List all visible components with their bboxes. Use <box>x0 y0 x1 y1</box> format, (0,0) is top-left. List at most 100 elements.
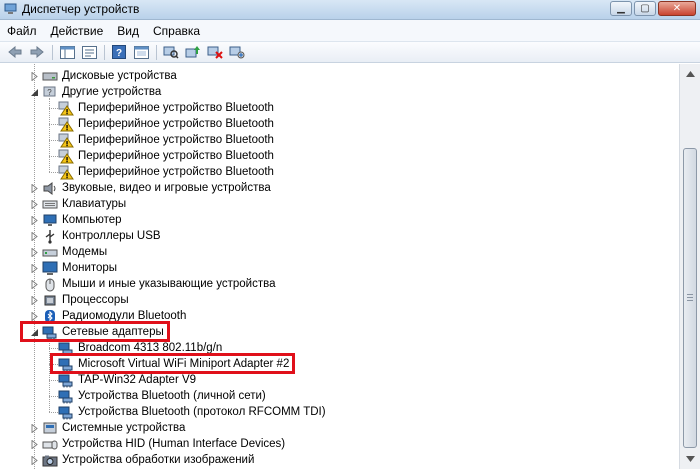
scroll-down-button[interactable] <box>682 451 698 467</box>
monitor-icon <box>42 261 58 276</box>
expand-toggle[interactable] <box>30 295 39 305</box>
forward-button[interactable] <box>28 44 46 61</box>
keyboard-icon <box>42 197 58 212</box>
tree-category-row[interactable]: Клавиатуры <box>30 196 126 212</box>
expand-toggle[interactable] <box>30 247 39 257</box>
scan-hardware-button[interactable] <box>162 44 180 61</box>
minimize-icon: ▁ <box>617 3 625 14</box>
collapsed-triangle-icon <box>31 199 38 209</box>
tree-item-label: Дисковые устройства <box>62 70 177 82</box>
collapsed-triangle-icon <box>31 231 38 241</box>
tree-device-row[interactable]: Периферийное устройство Bluetooth <box>58 132 274 148</box>
tree-device-row[interactable]: Периферийное устройство Bluetooth <box>58 116 274 132</box>
hid-icon <box>42 437 58 452</box>
expand-toggle[interactable] <box>30 279 39 289</box>
network-adapter-icon <box>58 405 74 420</box>
expand-toggle[interactable] <box>30 199 39 209</box>
menu-file[interactable]: Файл <box>0 24 44 38</box>
tree-device-row[interactable]: Периферийное устройство Bluetooth <box>58 148 274 164</box>
warning-device-icon <box>58 149 74 164</box>
collapsed-triangle-icon <box>31 71 38 81</box>
console-tree-icon <box>59 45 75 59</box>
computer-icon <box>42 213 58 228</box>
window-title: Диспетчер устройств <box>22 2 140 16</box>
tree-category-row[interactable]: Звуковые, видео и игровые устройства <box>30 180 271 196</box>
svg-text:?: ? <box>116 48 122 59</box>
title-bar: Диспетчер устройств ▁ ▢ ✕ <box>0 0 700 20</box>
menu-action[interactable]: Действие <box>44 24 111 38</box>
tree-category-row[interactable]: Контроллеры USB <box>30 228 161 244</box>
collapsed-triangle-icon <box>31 311 38 321</box>
expand-toggle[interactable] <box>30 423 39 433</box>
processor-icon <box>42 293 58 308</box>
device-tree: Дисковые устройства? Другие устройства Пер… <box>0 64 679 469</box>
child-connector-line <box>49 108 58 109</box>
tree-item-label: Другие устройства <box>62 86 162 98</box>
warning-device-icon <box>58 165 74 180</box>
tree-category-row[interactable]: ? Другие устройства <box>30 84 161 100</box>
camera-icon <box>42 453 58 468</box>
expand-toggle[interactable] <box>30 311 39 321</box>
tree-category-row[interactable]: Системные устройства <box>30 420 185 436</box>
scrollbar-thumb[interactable] <box>683 148 697 448</box>
uninstall-device-button[interactable] <box>228 44 246 61</box>
vertical-scrollbar[interactable] <box>679 64 700 469</box>
tree-device-row[interactable]: Устройства Bluetooth (личной сети) <box>58 388 266 404</box>
uninstall-device-icon <box>229 46 245 59</box>
tree-device-row[interactable]: Периферийное устройство Bluetooth <box>58 100 274 116</box>
collapsed-triangle-icon <box>31 263 38 273</box>
svg-text:?: ? <box>47 88 52 97</box>
expand-toggle[interactable] <box>30 263 39 273</box>
help-icon: ? <box>112 45 126 59</box>
tree-category-row[interactable]: Устройства HID (Human Interface Devices) <box>30 436 285 452</box>
tree-item-label: Процессоры <box>62 294 129 306</box>
expand-toggle[interactable] <box>30 215 39 225</box>
tree-category-row[interactable]: Компьютер <box>30 212 122 228</box>
tree-item-label: Периферийное устройство Bluetooth <box>78 150 274 162</box>
tree-category-row[interactable]: Дисковые устройства <box>30 68 177 84</box>
tree-device-row[interactable]: Периферийное устройство Bluetooth <box>58 164 274 180</box>
disable-device-button[interactable] <box>206 44 224 61</box>
properties-button[interactable] <box>80 44 98 61</box>
tree-item-label: Мыши и иные указывающие устройства <box>62 278 276 290</box>
close-button[interactable]: ✕ <box>658 1 696 16</box>
modem-icon <box>42 245 58 260</box>
minimize-button[interactable]: ▁ <box>610 1 632 16</box>
tree-category-row[interactable]: Модемы <box>30 244 107 260</box>
tree-device-row[interactable]: TAP-Win32 Adapter V9 <box>58 372 196 388</box>
toolbar-separator <box>156 44 157 60</box>
child-connector-line <box>49 140 58 141</box>
expand-toggle[interactable] <box>30 439 39 449</box>
expand-toggle[interactable] <box>30 231 39 241</box>
tree-category-row[interactable]: Мыши и иные указывающие устройства <box>30 276 276 292</box>
help-button[interactable]: ? <box>110 44 128 61</box>
scroll-up-button[interactable] <box>682 66 698 82</box>
system-device-icon <box>42 421 58 436</box>
refresh-button[interactable] <box>132 44 150 61</box>
child-connector-line <box>49 412 58 413</box>
toolbar-separator <box>104 44 105 60</box>
console-tree-button[interactable] <box>58 44 76 61</box>
scroll-down-icon <box>685 456 695 462</box>
child-connector-line <box>49 172 58 173</box>
disk-drive-icon <box>42 69 58 84</box>
expand-toggle[interactable] <box>30 71 39 81</box>
collapse-toggle[interactable] <box>30 88 39 97</box>
collapsed-triangle-icon <box>31 439 38 449</box>
back-button[interactable] <box>6 44 24 61</box>
update-driver-button[interactable] <box>184 44 202 61</box>
tree-category-row[interactable]: Устройства обработки изображений <box>30 452 254 468</box>
device-manager-icon <box>4 3 17 14</box>
tree-device-row[interactable]: Устройства Bluetooth (протокол RFCOMM TD… <box>58 404 326 420</box>
update-driver-icon <box>185 46 200 58</box>
menu-help[interactable]: Справка <box>146 24 207 38</box>
tree-item-label: Устройства обработки изображений <box>62 454 255 466</box>
expand-toggle[interactable] <box>30 183 39 193</box>
maximize-button[interactable]: ▢ <box>634 1 656 16</box>
expand-toggle[interactable] <box>30 455 39 465</box>
tree-item-label: Периферийное устройство Bluetooth <box>78 134 274 146</box>
menu-view[interactable]: Вид <box>110 24 146 38</box>
tree-category-row[interactable]: Процессоры <box>30 292 129 308</box>
tree-item-label: Контроллеры USB <box>62 230 161 242</box>
tree-category-row[interactable]: Мониторы <box>30 260 117 276</box>
